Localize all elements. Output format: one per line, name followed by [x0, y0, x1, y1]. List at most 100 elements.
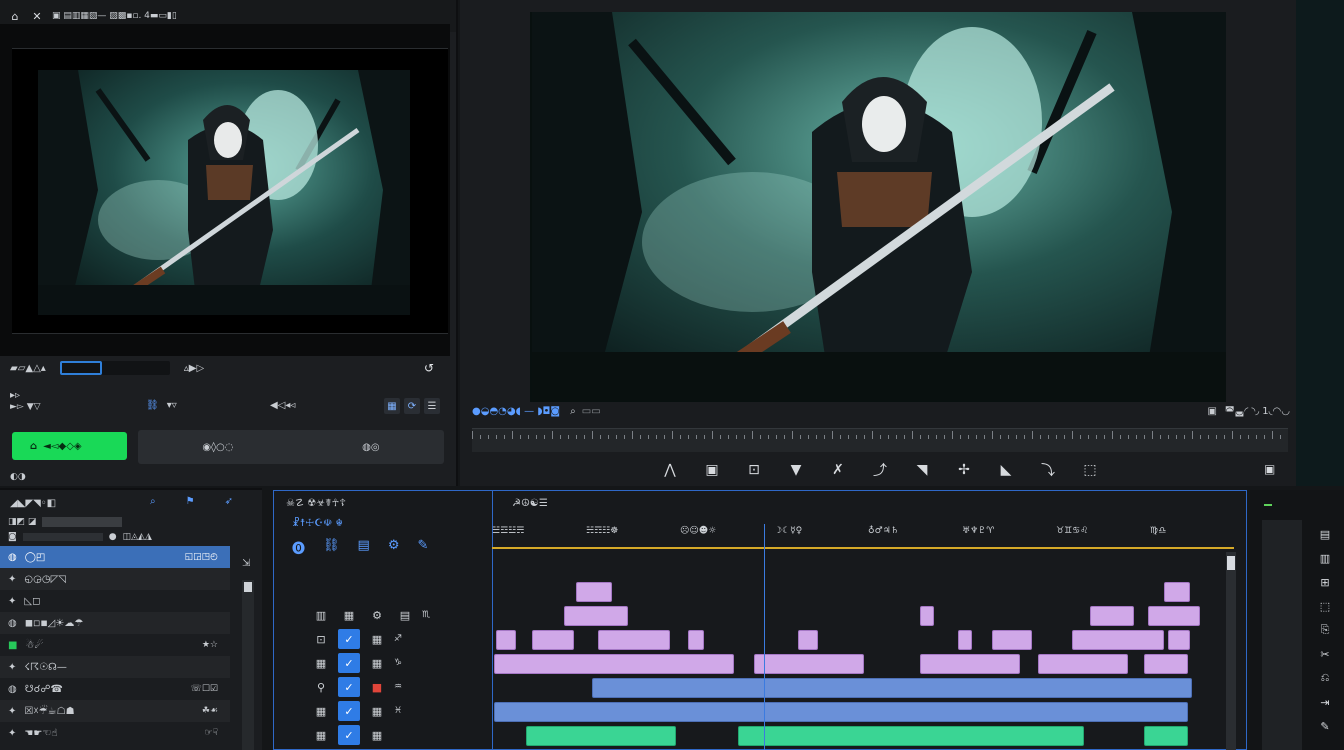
tool-1-icon[interactable]: ▤ [1317, 526, 1333, 542]
flag-icon[interactable]: ⚑ [186, 496, 195, 507]
video-clip[interactable] [1148, 606, 1200, 626]
render-option-b[interactable]: ◍◎ [362, 442, 379, 453]
project-item[interactable]: ✦ ◺◻ [0, 590, 230, 612]
track-toggle-icon[interactable]: ⚙ [366, 605, 388, 625]
track-toggle-icon[interactable]: ✓ [338, 653, 360, 673]
transition-tool-icon[interactable]: ⬚ [1080, 460, 1100, 480]
video-clip[interactable] [958, 630, 972, 650]
project-item[interactable]: ◍ ☋☌☍☎ ☏☐☑ [0, 678, 230, 700]
list-view-icon[interactable]: ☰ [424, 398, 440, 414]
track-toggle-icon[interactable]: ✓ [338, 629, 360, 649]
wrench-icon[interactable]: ✎ [417, 538, 428, 557]
program-timecode-ruler[interactable] [472, 428, 1288, 452]
track-toggle-icon[interactable]: ⚲ [310, 677, 332, 697]
adjustment-clip[interactable] [526, 726, 676, 746]
track-toggle-icon[interactable]: ▦ [366, 653, 388, 673]
audio-clip[interactable] [592, 678, 1192, 698]
video-clip[interactable] [576, 582, 612, 602]
audio-clip[interactable] [494, 702, 1188, 722]
timeline-ruler[interactable]: ☱☲☳☴ ☵☶☷☸ ☹☺☻☼ ☽☾☿♀ ♁♂♃♄ ♅♆♇♈ ♉♊♋♌ ♍♎ [492, 520, 1234, 550]
project-search[interactable]: ◨◩ ◪ [8, 517, 123, 527]
fit-tool-icon[interactable]: ⊡ [744, 460, 764, 480]
tool-2-icon[interactable]: ▥ [1317, 550, 1333, 566]
refresh-icon[interactable]: ⟳ [404, 398, 420, 414]
adjustment-clip[interactable] [738, 726, 1084, 746]
work-area-bar[interactable] [492, 547, 1234, 549]
track-toggle-icon[interactable]: ▦ [310, 653, 332, 673]
video-clip[interactable] [1168, 630, 1190, 650]
project-item[interactable]: ✦ ◵◶◷◸◹ [0, 568, 230, 590]
track-toggle-icon[interactable]: ▦ [338, 605, 360, 625]
source-range-slider[interactable] [59, 361, 170, 375]
project-item[interactable]: ◍ ◯◰ ◱◲◳◴ [0, 546, 230, 568]
video-clip[interactable] [1072, 630, 1164, 650]
snap-icon[interactable]: ⓿ [292, 538, 305, 557]
video-clip[interactable] [798, 630, 818, 650]
crop-tool-icon[interactable]: ▣ [702, 460, 722, 480]
video-clip[interactable] [564, 606, 628, 626]
playhead[interactable] [764, 524, 765, 750]
project-item[interactable]: ◍ ◼◽◾◿☀☁☂ [0, 612, 230, 634]
magic-tool-icon[interactable]: ✢ [954, 460, 974, 480]
type-tool-icon[interactable]: ▼ [786, 460, 806, 480]
settings-icon[interactable]: ⚙ [388, 538, 400, 557]
video-clip[interactable] [688, 630, 704, 650]
track-toggle-icon[interactable]: ⊡ [310, 629, 332, 649]
pointer-icon[interactable]: ⇲ [242, 558, 250, 569]
project-item[interactable]: ✦ ☚☛☜☝ ☞☟ [0, 722, 230, 744]
undo-icon[interactable]: ↺ [424, 361, 434, 375]
video-clip[interactable] [1038, 654, 1128, 674]
marker-icon[interactable]: ▤ [358, 538, 370, 557]
adjustment-clip[interactable] [1144, 726, 1188, 746]
tool-3-icon[interactable]: ⊞ [1317, 574, 1333, 590]
render-button[interactable]: ⌂ ◄◅◆◇◈ [12, 432, 127, 460]
project-item[interactable]: ✦ ☒☓☔☕☖☗ ☘☙ [0, 700, 230, 722]
keyframe-tool-icon[interactable]: ⤴ [870, 460, 890, 480]
export-frame-icon[interactable]: ▣ [1264, 462, 1275, 476]
tool-4-icon[interactable]: ⬚ [1317, 598, 1333, 614]
close-icon[interactable]: ✕ [30, 9, 44, 23]
project-item[interactable]: ■ ☃☄ ★☆ [0, 634, 230, 656]
tool-5-icon[interactable]: ⎘ [1317, 622, 1333, 638]
range-selection[interactable] [59, 361, 102, 375]
track-toggle-icon[interactable]: ▤ [394, 605, 416, 625]
tool-9-icon[interactable]: ✎ [1317, 718, 1333, 734]
video-clip[interactable] [598, 630, 670, 650]
audio-tool-icon[interactable]: ⤵ [1038, 460, 1058, 480]
link-clips-icon[interactable]: ⛓ [323, 538, 340, 557]
track-toggle-icon[interactable]: ▦ [366, 701, 388, 721]
video-clip[interactable] [920, 654, 1020, 674]
menu-icon[interactable]: ⌂ [8, 9, 22, 23]
tool-8-icon[interactable]: ⇥ [1317, 694, 1333, 710]
track-toggle-icon[interactable]: ■ [366, 677, 388, 697]
video-clip[interactable] [1090, 606, 1134, 626]
video-clip[interactable] [496, 630, 516, 650]
track-toggle-icon[interactable]: ✓ [338, 701, 360, 721]
track-toggle-icon[interactable]: ▦ [366, 629, 388, 649]
grid-view-icon[interactable]: ▦ [384, 398, 400, 414]
track-toggle-icon[interactable]: ✓ [338, 725, 360, 745]
timeline-scrollbar[interactable] [1226, 552, 1236, 750]
monitor-icon[interactable]: ▣ [1207, 406, 1216, 417]
effect-tool-icon[interactable]: ◥ [912, 460, 932, 480]
search-icon[interactable]: ⌕ [150, 496, 156, 507]
track-toggle-icon[interactable]: ✓ [338, 677, 360, 697]
selection-tool-icon[interactable]: ⋀ [660, 460, 680, 480]
tool-6-icon[interactable]: ✂ [1317, 646, 1333, 662]
tool-7-icon[interactable]: ⎌ [1317, 670, 1333, 686]
search-input[interactable] [42, 517, 123, 527]
motion-tool-icon[interactable]: ✗ [828, 460, 848, 480]
video-clip[interactable] [532, 630, 574, 650]
sub-item-1[interactable]: ⛓ ▾▿ [146, 400, 177, 411]
track-toggle-icon[interactable]: ▦ [310, 701, 332, 721]
video-clip[interactable] [1144, 654, 1188, 674]
pin-icon[interactable]: ➶ [225, 496, 233, 507]
video-clip[interactable] [920, 606, 934, 626]
video-clip[interactable] [494, 654, 734, 674]
video-clip[interactable] [1164, 582, 1190, 602]
sub-item-2[interactable]: ◀◁◂◃ [270, 400, 295, 411]
timeline-scroll-thumb[interactable] [1227, 556, 1235, 570]
scroll-thumb[interactable] [244, 582, 252, 592]
track-toggle-icon[interactable]: ▦ [310, 725, 332, 745]
camera-tool-icon[interactable]: ◣ [996, 460, 1016, 480]
